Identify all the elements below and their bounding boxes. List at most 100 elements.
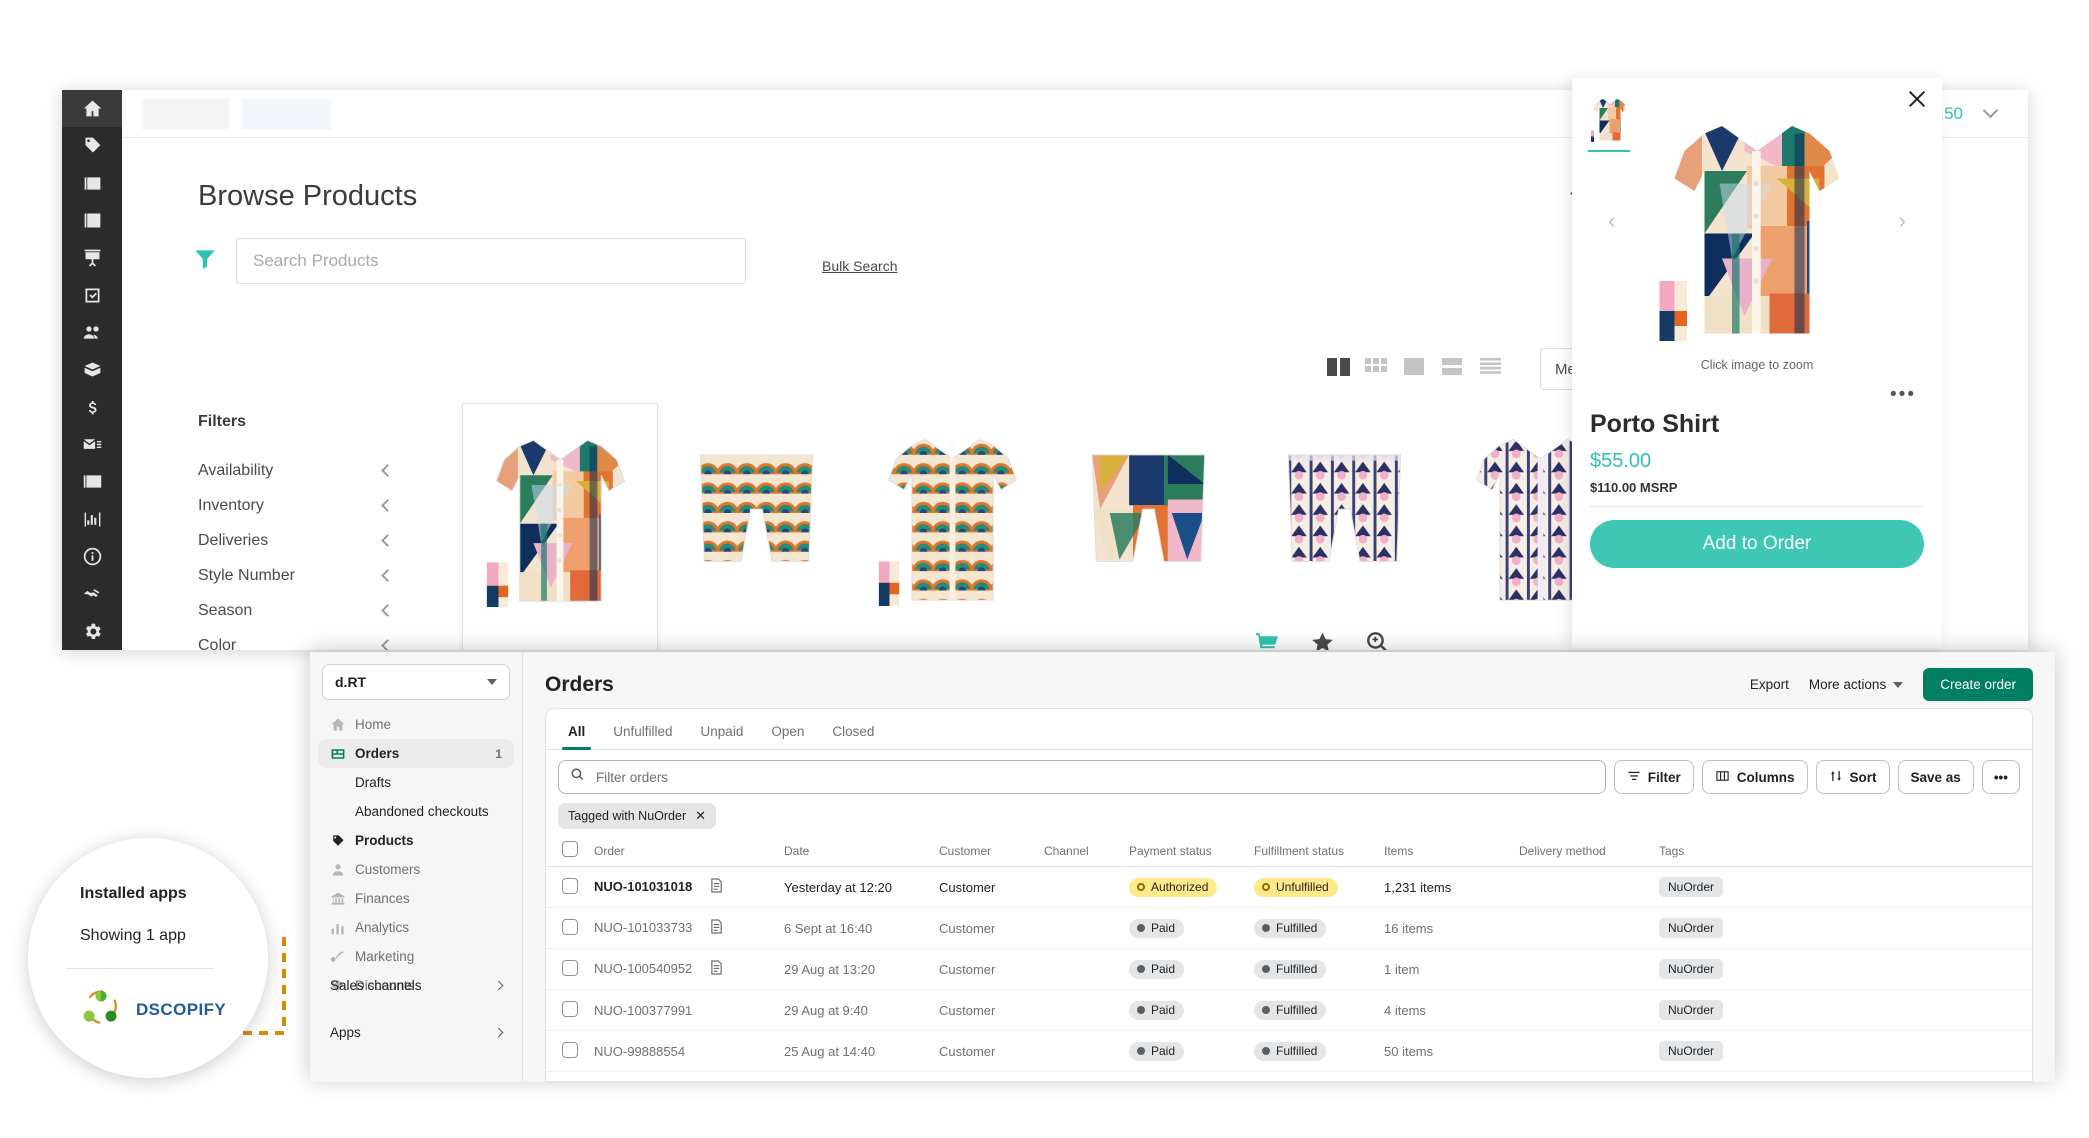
filter-style-number[interactable]: Style Number: [198, 558, 398, 593]
sidebar-item-finances[interactable]: Finances: [318, 884, 514, 913]
rail-item-messages[interactable]: [62, 426, 122, 463]
sort-button-label: Sort: [1849, 769, 1877, 785]
rail-item-tasks[interactable]: [62, 277, 122, 314]
product-image-porto-shirt[interactable]: [475, 404, 645, 619]
product-image-3drt-short[interactable]: [1258, 403, 1430, 618]
close-icon[interactable]: [1906, 88, 1928, 110]
save-as-button[interactable]: Save as: [1897, 760, 1974, 794]
table-row[interactable]: NUO-101031018 Yesterday at 12:20 Custome…: [546, 866, 2032, 908]
table-row[interactable]: NUO-99888554 25 Aug at 14:40 Customer Pa…: [546, 1030, 2032, 1072]
add-to-cart-icon[interactable]: [1255, 630, 1280, 650]
cell-order[interactable]: NUO-101031018: [586, 866, 776, 908]
product-image-porto-short[interactable]: [1062, 403, 1234, 618]
cell-order[interactable]: NUO-101033733: [586, 907, 776, 949]
rail-item-tag[interactable]: [62, 127, 122, 164]
tab-unpaid[interactable]: Unpaid: [687, 715, 758, 749]
tab-open[interactable]: Open: [757, 715, 818, 749]
view-two-column-icon[interactable]: [1327, 356, 1353, 378]
table-row[interactable]: NUO-100377991 29 Aug at 9:40 Customer Pa…: [546, 989, 2032, 1031]
rail-item-images[interactable]: [62, 165, 122, 202]
rail-item-linesheet[interactable]: [62, 202, 122, 239]
rail-item-billing[interactable]: [62, 389, 122, 426]
view-grid-icon[interactable]: [1365, 356, 1391, 378]
tab-closed[interactable]: Closed: [818, 715, 888, 749]
rail-item-info[interactable]: [62, 538, 122, 575]
create-order-button[interactable]: Create order: [1923, 668, 2033, 701]
rail-item-inventory[interactable]: [62, 351, 122, 388]
sidebar-item-home[interactable]: Home: [318, 710, 514, 739]
detail-hero-image[interactable]: [1632, 96, 1882, 346]
row-checkbox[interactable]: [562, 918, 578, 935]
rail-item-reports[interactable]: [62, 501, 122, 538]
product-image-sol-short[interactable]: [670, 403, 842, 618]
search-input[interactable]: [236, 238, 746, 284]
filter-season[interactable]: Season: [198, 593, 398, 628]
cell-channel: [1036, 948, 1121, 990]
filter-inventory[interactable]: Inventory: [198, 488, 398, 523]
filter-funnel-icon[interactable]: [192, 246, 218, 272]
more-options-icon[interactable]: •••: [1981, 760, 2020, 794]
filter-availability[interactable]: Availability: [198, 453, 398, 488]
row-checkbox[interactable]: [562, 959, 578, 976]
cell-tags: NuOrder: [1651, 948, 2032, 990]
product-card[interactable]: Porto Shirt PMULTI0611 MULTI-COLOR Whole…: [462, 403, 658, 650]
sidebar-item-marketing[interactable]: Marketing: [318, 942, 514, 971]
rail-item-partners[interactable]: [62, 575, 122, 612]
rail-item-home[interactable]: [62, 90, 122, 128]
sidebar-item-customers[interactable]: Customers: [318, 855, 514, 884]
table-row[interactable]: NUO-101033733 6 Sept at 16:40 Customer P…: [546, 907, 2032, 949]
sidebar-item-products[interactable]: Products: [318, 826, 514, 855]
sort-button[interactable]: Sort: [1815, 760, 1890, 794]
sidebar-item-orders[interactable]: Orders 1: [318, 739, 514, 768]
add-to-order-button[interactable]: Add to Order: [1590, 520, 1924, 568]
product-card[interactable]: 3dRT Short 3DPP0907 PINK PURPLE Wholesal…: [1246, 403, 1442, 650]
columns-button[interactable]: Columns: [1701, 760, 1808, 794]
detail-thumbnail[interactable]: [1590, 92, 1630, 144]
bulk-search-link[interactable]: Bulk Search: [822, 258, 897, 274]
store-selector[interactable]: d.RT: [322, 664, 510, 700]
cell-order[interactable]: NUO-100377991: [586, 989, 776, 1031]
rail-item-customers[interactable]: [62, 314, 122, 351]
select-all-checkbox[interactable]: [562, 841, 578, 857]
view-single-icon[interactable]: [1403, 356, 1429, 378]
hero-next-icon[interactable]: ›: [1899, 208, 1906, 234]
sidebar-item-abandoned-checkouts[interactable]: Abandoned checkouts: [318, 797, 514, 826]
filter-color[interactable]: Color: [198, 628, 398, 650]
zoom-in-icon[interactable]: [1365, 630, 1390, 650]
view-split-icon[interactable]: [1441, 356, 1467, 378]
cart-chevron-down-icon[interactable]: [1982, 102, 1999, 119]
row-checkbox[interactable]: [562, 877, 578, 894]
table-row[interactable]: NUO-100540952 29 Aug at 13:20 Customer P…: [546, 948, 2032, 990]
hero-prev-icon[interactable]: ‹: [1608, 208, 1615, 234]
tab-unfulfilled[interactable]: Unfulfilled: [599, 715, 686, 749]
sidebar-item-apps[interactable]: Apps: [310, 1017, 522, 1047]
filter-button[interactable]: Filter: [1613, 760, 1694, 794]
close-icon[interactable]: ✕: [695, 808, 706, 824]
cell-order[interactable]: NUO-100540952: [586, 948, 776, 990]
sidebar-item-sales-channels[interactable]: Sales channels: [310, 970, 522, 1000]
more-actions-button[interactable]: More actions: [1809, 677, 1904, 692]
product-card[interactable]: Porto Short PMULTI0905 MULTI-COLOR Whole…: [1050, 403, 1246, 650]
product-image-sol-shirt[interactable]: [866, 403, 1038, 618]
product-card[interactable]: Sol Shirt SOT0612 ORANGE TURQUOISE Whole…: [854, 403, 1050, 650]
tab-all[interactable]: All: [554, 715, 599, 750]
export-button[interactable]: Export: [1750, 677, 1789, 692]
col-payment-status: Payment status: [1121, 835, 1246, 867]
row-checkbox[interactable]: [562, 1000, 578, 1017]
view-list-icon[interactable]: [1479, 356, 1505, 378]
sidebar-item-drafts[interactable]: Drafts: [318, 768, 514, 797]
sidebar-item-analytics[interactable]: Analytics: [318, 913, 514, 942]
rail-item-presentation[interactable]: [62, 239, 122, 276]
favorite-star-icon[interactable]: [1310, 630, 1335, 650]
applied-filter-chip[interactable]: Tagged with NuOrder ✕: [558, 803, 717, 829]
rail-item-media[interactable]: [62, 463, 122, 500]
detail-more-options-icon[interactable]: •••: [1890, 384, 1916, 406]
installed-app-row[interactable]: DSCOPIFY: [80, 986, 226, 1033]
row-checkbox[interactable]: [562, 1041, 578, 1058]
rail-item-settings[interactable]: [62, 613, 122, 650]
filter-deliveries[interactable]: Deliveries: [198, 523, 398, 558]
product-card[interactable]: Sol Short SOT0906 ORANGE TURQUOISE Whole…: [658, 403, 854, 650]
filter-orders-field[interactable]: [558, 760, 1606, 794]
cell-order[interactable]: NUO-99888554: [586, 1030, 776, 1072]
filter-orders-input[interactable]: [594, 768, 1594, 786]
